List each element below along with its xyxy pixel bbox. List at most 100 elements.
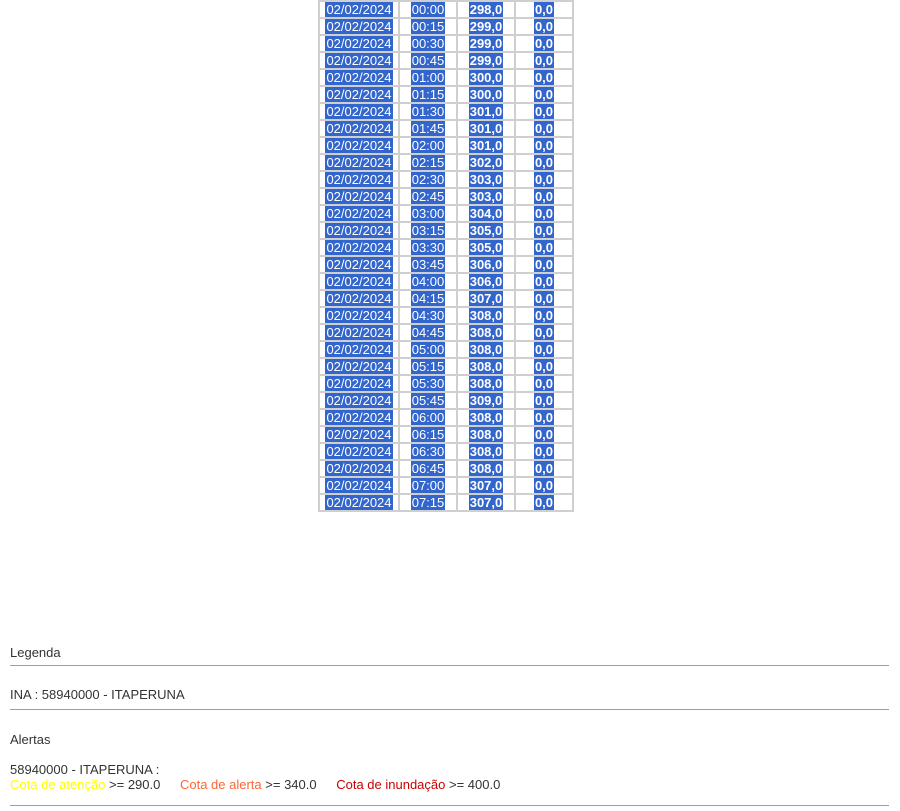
time-cell: 02:15 [398,153,458,172]
rain-cell: 0,0 [514,102,574,121]
level-cell-value: 306,0 [468,274,504,289]
table-row: 02/02/2024 03:15 305,0 0,0 [318,221,574,240]
time-cell: 00:15 [398,17,458,36]
date-cell-value: 02/02/2024 [325,410,393,425]
time-cell: 04:00 [398,272,458,291]
time-cell-value: 06:00 [410,410,446,425]
date-cell-value: 02/02/2024 [325,393,393,408]
date-cell: 02/02/2024 [318,357,400,376]
level-cell-value: 304,0 [468,206,504,221]
date-cell: 02/02/2024 [318,340,400,359]
date-cell: 02/02/2024 [318,289,400,308]
table-row: 02/02/2024 07:15 307,0 0,0 [318,493,574,512]
time-cell: 02:45 [398,187,458,206]
rain-cell: 0,0 [514,255,574,274]
rain-cell: 0,0 [514,306,574,325]
rain-cell: 0,0 [514,391,574,410]
time-cell: 07:00 [398,476,458,495]
time-cell: 05:30 [398,374,458,393]
level-cell-value: 306,0 [468,257,504,272]
rain-cell-value: 0,0 [533,393,555,408]
level-cell-value: 305,0 [468,240,504,255]
table-row: 02/02/2024 03:00 304,0 0,0 [318,204,574,223]
rain-cell-value: 0,0 [533,155,555,170]
level-cell: 308,0 [456,425,516,444]
rain-cell: 0,0 [514,374,574,393]
rain-cell: 0,0 [514,170,574,189]
date-cell: 02/02/2024 [318,459,400,478]
level-cell-value: 308,0 [468,359,504,374]
rain-cell: 0,0 [514,357,574,376]
level-cell: 300,0 [456,68,516,87]
level-cell-value: 301,0 [468,138,504,153]
table-row: 02/02/2024 01:00 300,0 0,0 [318,68,574,87]
level-cell-value: 299,0 [468,53,504,68]
date-cell-value: 02/02/2024 [325,478,393,493]
rain-cell-value: 0,0 [533,189,555,204]
rain-cell: 0,0 [514,425,574,444]
table-row: 02/02/2024 04:30 308,0 0,0 [318,306,574,325]
level-cell-value: 308,0 [468,461,504,476]
time-cell-value: 06:30 [410,444,446,459]
rain-cell-value: 0,0 [533,274,555,289]
table-row: 02/02/2024 02:30 303,0 0,0 [318,170,574,189]
table-row: 02/02/2024 01:30 301,0 0,0 [318,102,574,121]
time-cell-value: 03:45 [410,257,446,272]
alert-station: 58940000 - ITAPERUNA : [10,762,160,777]
date-cell: 02/02/2024 [318,102,400,121]
date-cell: 02/02/2024 [318,68,400,87]
date-cell-value: 02/02/2024 [325,189,393,204]
date-cell: 02/02/2024 [318,374,400,393]
level-cell: 302,0 [456,153,516,172]
table-row: 02/02/2024 01:45 301,0 0,0 [318,119,574,138]
date-cell: 02/02/2024 [318,272,400,291]
level-cell: 308,0 [456,408,516,427]
time-cell-value: 00:45 [410,53,446,68]
time-cell: 00:30 [398,34,458,53]
date-cell: 02/02/2024 [318,153,400,172]
time-cell-value: 04:15 [410,291,446,306]
table-row: 02/02/2024 05:00 308,0 0,0 [318,340,574,359]
date-cell-value: 02/02/2024 [325,274,393,289]
time-cell-value: 05:15 [410,359,446,374]
date-cell-value: 02/02/2024 [325,223,393,238]
rain-cell: 0,0 [514,0,574,19]
date-cell-value: 02/02/2024 [325,444,393,459]
rain-cell-value: 0,0 [533,478,555,493]
level-cell-value: 308,0 [468,444,504,459]
level-cell: 306,0 [456,255,516,274]
time-cell: 03:30 [398,238,458,257]
rain-cell-value: 0,0 [533,359,555,374]
page: 02/02/202423:45298,00,002/02/202400:0029… [0,0,900,811]
date-cell-value: 02/02/2024 [325,155,393,170]
time-cell-value: 05:00 [410,342,446,357]
level-cell-value: 303,0 [468,189,504,204]
level-cell-value: 305,0 [468,223,504,238]
date-cell-value: 02/02/2024 [325,427,393,442]
rain-cell: 0,0 [514,289,574,308]
date-cell-value: 02/02/2024 [325,461,393,476]
level-cell: 308,0 [456,459,516,478]
level-cell-value: 307,0 [468,478,504,493]
date-cell: 02/02/2024 [318,170,400,189]
rain-cell-value: 0,0 [533,206,555,221]
level-cell-value: 298,0 [468,2,504,17]
date-cell-value: 02/02/2024 [325,19,393,34]
table-row: 02/02/2024 02:00 301,0 0,0 [318,136,574,155]
rain-cell: 0,0 [514,153,574,172]
rain-cell-value: 0,0 [533,461,555,476]
level-data-table: 02/02/202423:45298,00,002/02/202400:0029… [318,0,574,512]
rain-cell-value: 0,0 [533,53,555,68]
date-cell: 02/02/2024 [318,51,400,70]
rain-cell-value: 0,0 [533,291,555,306]
level-cell: 299,0 [456,51,516,70]
level-cell: 305,0 [456,238,516,257]
rain-cell-value: 0,0 [533,223,555,238]
alert-label: Cota de alerta [179,777,262,792]
time-cell: 05:45 [398,391,458,410]
rain-cell: 0,0 [514,187,574,206]
time-cell-value: 03:30 [410,240,446,255]
time-cell: 04:30 [398,306,458,325]
time-cell-value: 07:15 [410,495,446,510]
table-row: 02/02/2024 03:45 306,0 0,0 [318,255,574,274]
